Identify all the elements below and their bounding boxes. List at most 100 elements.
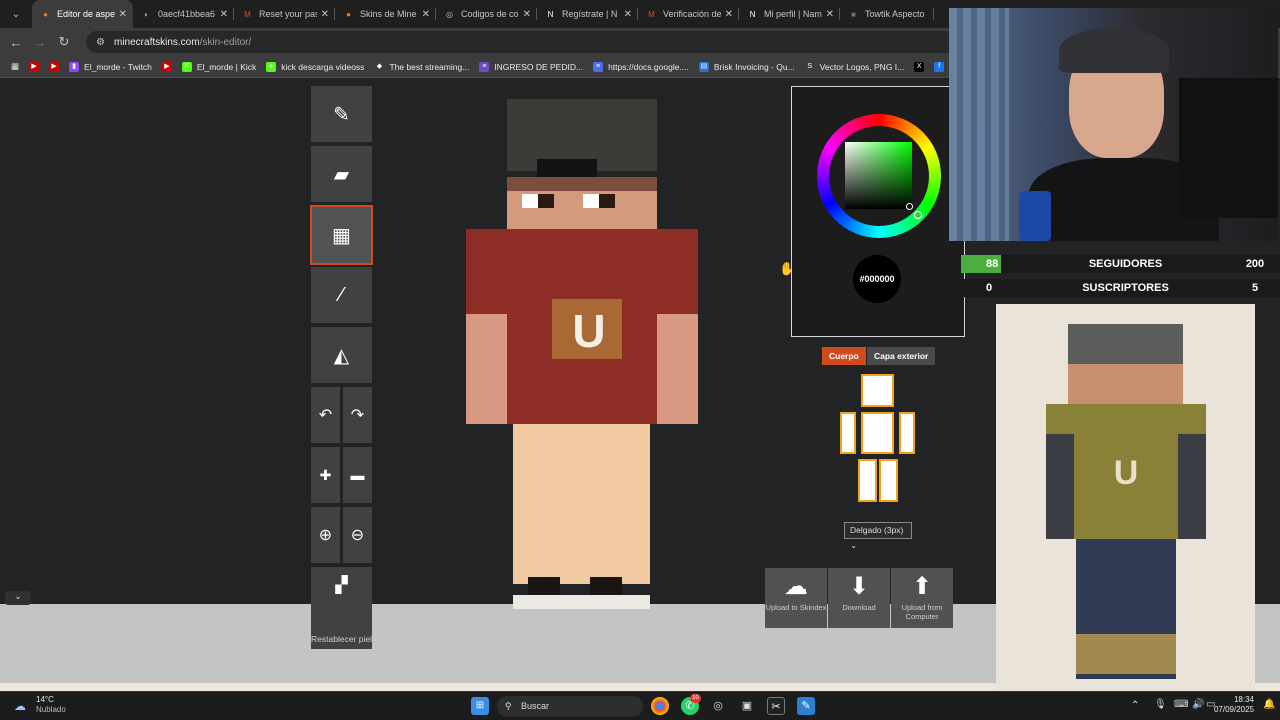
clock[interactable]: 18:34 07/09/2025 — [1212, 695, 1254, 715]
browser-tab[interactable]: N Mi perfil | Nam ✕ — [739, 0, 840, 28]
app-icon[interactable]: ▣ — [738, 697, 756, 715]
close-tab-icon[interactable]: ✕ — [624, 9, 632, 20]
network-icon[interactable]: ⌨ — [1174, 699, 1188, 710]
site-info-icon[interactable]: ⚙ — [96, 37, 106, 48]
zoom-out-button[interactable]: ⊖ — [343, 507, 372, 563]
body-part-arm-right[interactable] — [840, 412, 856, 454]
upload-to-skindex-button[interactable]: ☁ Upload to Skindex — [765, 568, 827, 628]
close-tab-icon[interactable]: ✕ — [321, 9, 329, 20]
skin-shirt-logo: U — [572, 305, 606, 357]
noise-brush-tool-button[interactable]: ▦ — [310, 205, 373, 265]
reload-button[interactable]: ↻ — [52, 34, 76, 50]
microphone-icon[interactable]: 🎙 — [1154, 699, 1167, 710]
browser-tab[interactable]: N Regístrate | N ✕ — [537, 0, 638, 28]
redo-button[interactable]: ↷ — [343, 387, 372, 443]
bookmark-item[interactable]: ▤ Brisk Invoicing - Qu... — [698, 61, 795, 72]
color-picker[interactable]: #000000 — [791, 86, 965, 337]
whatsapp-badge: 10 — [690, 694, 701, 703]
bookmark-item[interactable]: S Vector Logos, PNG I... — [805, 62, 904, 72]
bookmark-item[interactable]: ▶ — [29, 61, 40, 72]
bookmark-item[interactable]: ▶ — [161, 61, 172, 72]
bookmark-item[interactable]: ● kick descarga videoss — [266, 61, 364, 72]
goal-bars: 88 SEGUIDORES 200 0 SUSCRIPTORES 5 — [961, 255, 1280, 299]
skin-eye-left — [538, 194, 554, 208]
current-color-swatch[interactable]: #000000 — [853, 255, 901, 303]
eyedropper-tool-button[interactable]: ⁄ — [311, 267, 372, 323]
upload-from-computer-button[interactable]: ⬆ Upload from Computer — [891, 568, 953, 628]
browser-tab[interactable]: ◐ 0aecf41bbea6 ✕ — [133, 0, 234, 28]
back-button[interactable]: ← — [4, 35, 28, 50]
tab-body[interactable]: Cuerpo — [822, 347, 866, 365]
skin-3d-model[interactable]: U — [466, 99, 698, 609]
bookmark-item[interactable]: f — [934, 61, 945, 72]
browser-tab[interactable]: M Verificación de ✕ — [638, 0, 739, 28]
browser-tab[interactable]: ● Editor de aspe ✕ — [32, 0, 133, 28]
bookmark-item[interactable]: ◆ The best streaming... — [374, 62, 470, 72]
body-part-head[interactable] — [861, 374, 894, 407]
tab-favicon-icon: M — [648, 9, 655, 19]
apps-icon[interactable]: ▦ — [11, 61, 19, 72]
clock-date: 07/09/2025 — [1213, 705, 1254, 714]
close-tab-icon[interactable]: ✕ — [826, 9, 834, 20]
pencil-tool-button[interactable]: ✎ — [311, 86, 372, 142]
bookmark-item[interactable]: ▮ El_morde - Twitch — [69, 61, 152, 72]
close-tab-icon[interactable]: ✕ — [523, 9, 531, 20]
notification-icon[interactable]: 🔔 — [1263, 699, 1275, 710]
chrome-icon[interactable] — [651, 697, 669, 715]
body-part-leg-left[interactable] — [879, 459, 898, 502]
bookmark-favicon-icon: S — [807, 62, 812, 70]
taskbar-search[interactable]: ⚲ Buscar — [497, 696, 643, 717]
paint-icon[interactable]: ✎ — [797, 697, 815, 715]
close-tab-icon[interactable]: ✕ — [220, 9, 228, 20]
saturation-value-square[interactable] — [845, 142, 912, 209]
browser-tab[interactable]: M Reset your pas ✕ — [234, 0, 335, 28]
close-tab-icon[interactable]: ✕ — [725, 9, 733, 20]
skin-hair — [507, 177, 657, 191]
browser-tab[interactable]: ◎ Codigos de co ✕ — [436, 0, 537, 28]
chevron-up-icon[interactable]: ⌃ — [1131, 700, 1139, 711]
skin-shoe-right — [590, 577, 622, 595]
bookmark-favicon-icon: f — [934, 61, 945, 72]
close-tab-icon[interactable]: ✕ — [422, 9, 430, 20]
weather-widget[interactable]: 14°C Nublado — [36, 695, 66, 715]
webcam-can — [1019, 191, 1051, 241]
collapse-panel-button[interactable]: ⌄ — [5, 591, 31, 605]
close-tab-icon[interactable]: ✕ — [119, 9, 127, 20]
undo-button[interactable]: ↶ — [311, 387, 340, 443]
browser-alt-icon[interactable]: ◎ — [709, 697, 727, 715]
webcam-cap — [1059, 28, 1169, 73]
tab-outer-layer[interactable]: Capa exterior — [867, 347, 936, 365]
bookmark-item[interactable]: K El_morde | Kick — [181, 61, 256, 72]
tab-search-button[interactable]: ⌄ — [5, 3, 27, 25]
forward-button[interactable]: → — [28, 35, 52, 50]
undo-icon: ↶ — [318, 407, 333, 424]
darken-button[interactable]: ▬ — [343, 447, 372, 503]
tab-title: Towtik Aspecto — [865, 9, 925, 19]
tab-title: 0aecf41bbea6 — [158, 9, 216, 19]
body-part-torso[interactable] — [861, 412, 894, 454]
bucket-tool-button[interactable]: ◭ — [311, 327, 372, 383]
model-type-select[interactable]: Delgado (3px) ⌄ — [844, 522, 912, 550]
capcut-icon[interactable]: ✂ — [767, 697, 785, 715]
zoom-in-button[interactable]: ⊕ — [311, 507, 340, 563]
bookmark-item[interactable]: ≡ INGRESO DE PEDID... — [479, 61, 583, 72]
lighten-button[interactable]: ✚ — [311, 447, 340, 503]
body-part-arm-left[interactable] — [899, 412, 915, 454]
bookmark-item[interactable]: X — [914, 61, 925, 72]
sv-handle[interactable] — [906, 203, 913, 210]
browser-tab[interactable]: ■ Towtik Aspecto — [840, 0, 934, 28]
windows-start-icon[interactable]: ⊞ — [471, 697, 489, 715]
browser-tab[interactable]: ● Skins de Mine ✕ — [335, 0, 436, 28]
download-button[interactable]: ⬇ Download — [828, 568, 890, 628]
eraser-tool-button[interactable]: ▰ — [311, 146, 372, 202]
body-part-leg-right[interactable] — [858, 459, 877, 502]
hue-handle[interactable] — [914, 211, 922, 219]
bookmark-item[interactable]: ▶ — [49, 61, 60, 72]
cloud-icon[interactable]: ☁ — [14, 699, 26, 713]
tab-title: Editor de aspe — [57, 9, 115, 19]
bookmark-item[interactable]: ≡ https://docs.google.... — [593, 61, 689, 72]
skin-eye-right — [599, 194, 615, 208]
bucket-icon: ◭ — [333, 344, 350, 367]
tab-favicon-icon: M — [244, 9, 251, 19]
volume-icon[interactable]: 🔊 — [1192, 699, 1204, 710]
